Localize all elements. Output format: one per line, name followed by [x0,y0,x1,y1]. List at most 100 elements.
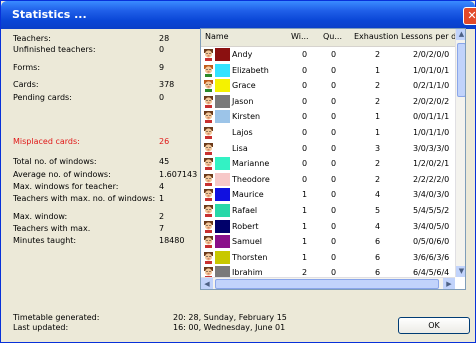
stat-value: 2 [159,212,165,221]
table-row[interactable]: Rafael 1 0 5 5/4/5/5/2 [201,203,455,219]
stat-label: Average no. of windows: [13,170,111,179]
close-button[interactable]: ✕ [463,7,476,25]
stat-max-window: Max. window: 2 [13,211,195,222]
stat-label: Teachers: [13,34,51,43]
lessons-per-day-cell: 0/0/1/1/1 [413,112,450,122]
color-swatch [215,204,230,217]
table-row[interactable]: Thorsten 1 0 6 3/6/6/3/6 [201,250,455,266]
table-row[interactable]: Samuel 1 0 6 0/5/0/6/0 [201,234,455,250]
table-row[interactable]: Andy 0 0 2 2/0/2/0/0 [201,47,455,63]
lessons-per-day-cell: 3/6/6/3/6 [413,252,450,262]
table-row[interactable]: Theodore 0 0 2 2/2/2/2/0 [201,172,455,188]
lessons-per-day-cell: 3/4/0/5/0 [413,221,450,231]
exhaustion-cell: 2 [375,50,381,59]
table-row[interactable]: Kirsten 0 0 1 0/0/1/1/1 [201,109,455,125]
teacher-male-icon [204,205,213,217]
windows-cell: 1 [302,190,308,200]
stat-value: 7 [159,224,165,233]
exhaustion-cell: 2 [375,81,381,91]
stat-value: 0 [159,45,165,54]
lessons-per-day-cell: 0/5/0/6/0 [413,237,450,247]
teacher-name: Lisa [232,143,248,153]
stat-label: Pending cards: [13,93,72,102]
stat-value: 18480 [159,236,185,245]
windows-cell: 0 [302,96,308,106]
updated-label: Last updated: [13,323,69,332]
teacher-male-icon [204,220,213,233]
lessons-per-day-cell: 2/2/2/2/0 [413,174,450,184]
table-row[interactable]: Robert 1 0 4 3/4/0/5/0 [201,219,455,235]
table-row[interactable]: Marianne 0 0 2 1/2/0/2/1 [201,156,455,172]
table-row[interactable]: Jason 0 0 2 2/0/2/0/2 [201,94,455,110]
stat-average-windows: Average no. of windows: 1.607143 [13,169,198,180]
column-header-quality[interactable]: Qu... [323,32,342,41]
teacher-male-icon [204,127,213,139]
teacher-name: Rafael [232,206,258,215]
generated-label: Timetable generated: [13,313,100,322]
table-row[interactable]: Grace 0 0 2 0/2/1/1/0 [201,78,455,94]
title-bar[interactable]: Statistics ... ✕ [1,1,476,29]
lessons-per-day-cell: 1/2/0/2/1 [413,159,450,169]
windows-cell: 0 [302,65,308,75]
horizontal-scrollbar[interactable]: ◀ ▶ [201,277,455,289]
quality-cell: 0 [331,252,337,262]
teacher-name: Thorsten [232,252,268,262]
scroll-left-icon[interactable]: ◀ [201,278,213,289]
teacher-name: Andy [232,50,253,59]
ok-button[interactable]: OK [398,317,470,334]
exhaustion-cell: 2 [375,96,381,106]
lessons-per-day-cell: 5/4/5/5/2 [413,206,450,215]
lessons-per-day-cell: 1/0/1/0/1 [413,65,450,75]
stat-value: 1.607143 [159,170,198,179]
table-row[interactable]: Elizabeth 0 0 1 1/0/1/0/1 [201,63,455,79]
stat-label: Cards: [13,80,39,89]
teacher-name: Samuel [232,237,262,247]
teacher-male-icon [204,173,213,186]
quality-cell: 0 [331,221,337,231]
table-row[interactable]: Maurice 1 0 4 3/4/0/3/0 [201,187,455,203]
color-swatch [215,110,230,124]
color-swatch [215,126,230,139]
stat-label: Teachers with max. [13,224,91,233]
stat-label: Misplaced cards: [13,137,80,146]
column-header-name[interactable]: Name [205,32,229,41]
scroll-down-icon[interactable]: ▼ [456,266,465,277]
stat-value: 28 [159,34,170,43]
column-header-exhaustion[interactable]: Exhaustion [354,32,398,41]
window-title: Statistics ... [12,8,87,21]
scroll-right-icon[interactable]: ▶ [443,278,455,289]
quality-cell: 0 [331,112,337,122]
color-swatch [215,250,230,264]
stat-value: 4 [159,182,165,191]
stat-label: Unfinished teachers: [13,45,96,54]
teacher-male-icon [204,49,213,61]
windows-cell: 1 [302,221,308,231]
stat-label: Max. windows for teacher: [13,182,119,191]
windows-cell: 0 [302,81,308,91]
color-swatch [215,63,230,77]
stat-teachers-with-max: Teachers with max. 7 [13,223,195,234]
exhaustion-cell: 2 [375,174,381,184]
color-swatch [215,188,230,202]
vertical-scroll-thumb[interactable] [457,43,465,97]
stat-value: 45 [159,157,170,166]
scroll-up-icon[interactable]: ▲ [456,29,465,40]
exhaustion-cell: 2 [375,159,381,169]
teacher-name: Robert [232,221,259,231]
table-row[interactable]: Lajos 0 0 1 1/0/1/1/0 [201,125,455,141]
teacher-male-icon [204,189,213,202]
horizontal-scroll-thumb[interactable] [215,279,439,289]
column-header-windows[interactable]: Wi... [291,32,309,41]
vertical-scrollbar[interactable]: ▲ ▼ [455,29,465,277]
color-swatch [215,94,230,108]
lessons-per-day-cell: 1/0/1/1/0 [413,128,450,137]
quality-cell: 0 [331,128,337,137]
teacher-name: Grace [232,81,256,91]
updated-value: 16: 00, Wednesday, June 01 [173,323,286,332]
teacher-male-icon [204,236,213,249]
table-row[interactable]: Lisa 0 0 3 3/0/3/3/0 [201,141,455,157]
teacher-female-icon [204,64,213,77]
lessons-per-day-cell: 3/0/3/3/0 [413,143,450,153]
stat-minutes-taught: Minutes taught: 18480 [13,235,195,246]
teacher-name: Maurice [232,190,264,200]
